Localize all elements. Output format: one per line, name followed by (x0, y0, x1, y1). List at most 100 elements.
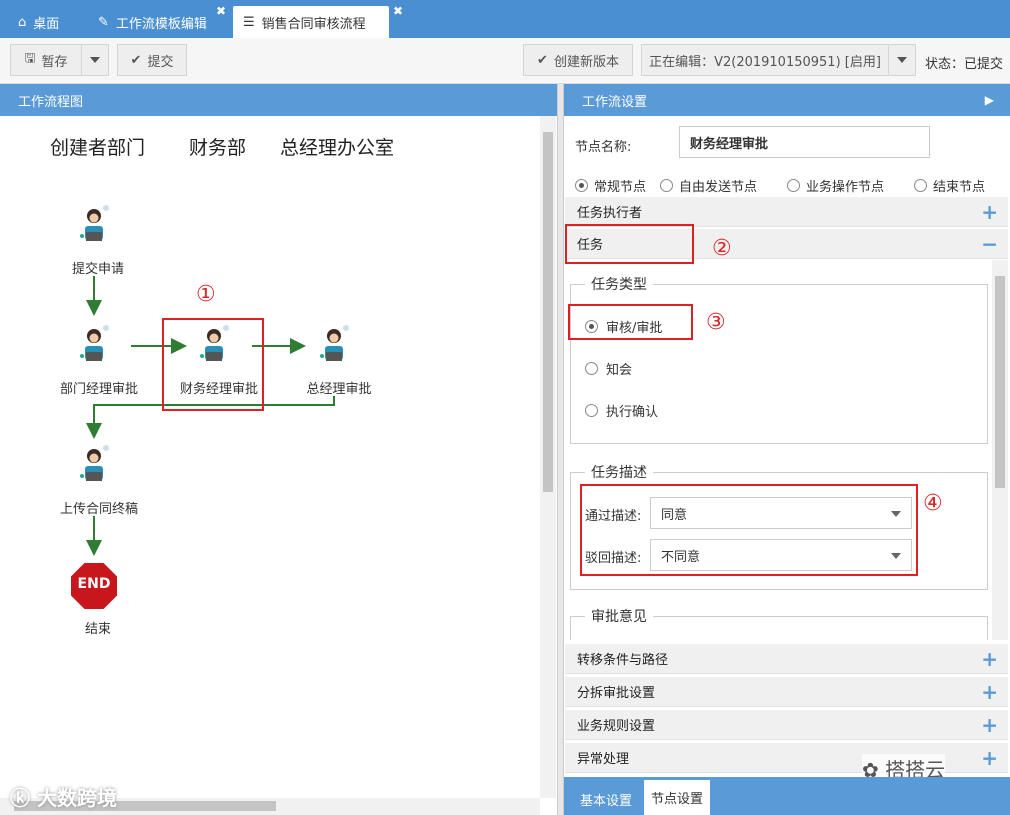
plus-icon: + (981, 646, 998, 671)
radio-label: 知会 (606, 363, 633, 378)
save-icon: 🖫 (24, 51, 36, 66)
chevron-down-icon (90, 57, 100, 63)
home-icon: ⌂ (18, 14, 27, 30)
check-icon: ✔ (537, 52, 548, 68)
panel-title: 工作流程图 (18, 94, 84, 110)
close-icon[interactable]: ✖ (216, 4, 226, 18)
radio-icon (585, 404, 598, 417)
tab-label: 基本设置 (579, 793, 632, 809)
node-label-end: 结束 (84, 622, 112, 637)
annotation-number: ① (196, 282, 216, 307)
annotation-number: ② (712, 236, 732, 261)
radio-icon (660, 179, 673, 192)
node-label-dept-manager: 部门经理审批 (59, 382, 139, 397)
plus-icon: + (981, 745, 998, 770)
scrollbar-thumb[interactable] (543, 132, 553, 492)
user-task-icon[interactable] (72, 440, 116, 486)
edit-icon: ✎ (98, 14, 109, 30)
new-version-label: 创建新版本 (553, 54, 619, 70)
version-dropdown-button[interactable] (888, 44, 916, 76)
group-legend: 任务类型 (591, 277, 647, 293)
radio-icon (575, 179, 588, 192)
radio-icon (787, 179, 800, 192)
watermark-left: ⓚ 大数跨境 (10, 786, 117, 810)
node-name-label: 节点名称: (575, 140, 632, 155)
section-label: 异常处理 (577, 752, 630, 767)
annotation-number: ③ (706, 310, 726, 335)
tab-label: 销售合同审核流程 (261, 16, 366, 32)
save-dropdown-button[interactable] (81, 44, 109, 76)
radio-notify[interactable]: 知会 (585, 359, 632, 378)
section-split[interactable]: 分拆审批设置 + (565, 677, 1008, 707)
highlight-box (565, 224, 694, 264)
group-legend: 审批意见 (591, 609, 647, 625)
toolbar: 🖫 暂存 ✔ 提交 ✔ 创建新版本 正在编辑：V2(201910150951) … (0, 38, 1010, 84)
user-task-icon[interactable] (72, 200, 116, 246)
save-label: 暂存 (41, 54, 68, 70)
collapse-arrow-icon[interactable]: ▶ (985, 93, 994, 107)
plus-icon: + (981, 199, 998, 224)
submit-button[interactable]: ✔ 提交 (117, 44, 187, 76)
user-task-icon[interactable] (72, 320, 116, 366)
section-label: 业务规则设置 (577, 719, 656, 734)
radio-label: 常规节点 (594, 180, 647, 195)
radio-execute-confirm[interactable]: 执行确认 (585, 401, 658, 420)
create-new-version-button[interactable]: ✔ 创建新版本 (523, 44, 633, 76)
tab-workflow-template-edit[interactable]: ✎ 工作流模板编辑 (88, 6, 217, 38)
vertical-scrollbar[interactable] (992, 260, 1008, 640)
radio-label: 执行确认 (606, 405, 659, 420)
tab-desktop[interactable]: ⌂ 桌面 (8, 6, 69, 38)
node-label-submit: 提交申请 (71, 262, 125, 277)
radio-end-node[interactable]: 结束节点 (914, 176, 985, 195)
node-label-general-manager: 总经理审批 (306, 382, 372, 397)
annotation-number: ④ (923, 491, 943, 516)
chevron-down-icon (897, 57, 907, 63)
radio-label: 业务操作节点 (806, 180, 885, 195)
user-task-icon[interactable] (312, 320, 356, 366)
group-legend: 任务描述 (591, 465, 647, 481)
highlight-box (568, 304, 693, 340)
minus-icon: − (981, 231, 998, 256)
tab-node-settings[interactable]: 节点设置 (644, 780, 710, 815)
bottom-tab-bar: 基本设置 节点设置 (564, 777, 1010, 815)
radio-free-send-node[interactable]: 自由发送节点 (660, 176, 757, 195)
tab-label: 工作流模板编辑 (115, 16, 207, 32)
section-label: 分拆审批设置 (577, 686, 656, 701)
scrollbar-thumb[interactable] (995, 276, 1005, 488)
close-icon[interactable]: ✖ (393, 4, 403, 18)
tab-label: 桌面 (33, 16, 60, 32)
end-badge-text: END (77, 576, 111, 592)
version-select[interactable]: 正在编辑：V2(201910150951) [启用] (641, 44, 889, 76)
section-label: 转移条件与路径 (577, 653, 669, 668)
plus-icon: + (981, 712, 998, 737)
section-rules[interactable]: 业务规则设置 + (565, 710, 1008, 740)
vertical-scrollbar[interactable] (540, 116, 556, 798)
tab-bar: ⌂ 桌面 ✎ 工作流模板编辑 ✖ ☰ 销售合同审核流程 ✖ (0, 0, 1010, 38)
tab-basic-settings[interactable]: 基本设置 (570, 783, 642, 815)
left-panel-header: 工作流程图 (0, 84, 557, 116)
section-label: 任务执行者 (577, 206, 643, 221)
node-name-value: 财务经理审批 (690, 136, 769, 152)
node-name-input[interactable]: 财务经理审批 (679, 126, 930, 158)
tab-label: 节点设置 (650, 792, 703, 807)
right-panel-header: 工作流设置 ▶ (564, 84, 1010, 116)
approval-opinion-group: 审批意见 (570, 606, 988, 640)
highlight-box (162, 318, 264, 411)
radio-label: 自由发送节点 (679, 180, 758, 195)
check-icon: ✔ (130, 52, 142, 68)
section-transfer[interactable]: 转移条件与路径 + (565, 644, 1008, 674)
save-button[interactable]: 🖫 暂存 (10, 44, 82, 76)
tab-sales-contract-flow[interactable]: ☰ 销售合同审核流程 (233, 6, 389, 38)
flow-icon: ☰ (243, 14, 255, 30)
radio-icon (914, 179, 927, 192)
radio-label: 结束节点 (933, 180, 986, 195)
watermark-text: 大数跨境 (36, 786, 117, 810)
panel-splitter[interactable] (557, 84, 564, 815)
node-label-upload: 上传合同终稿 (59, 502, 139, 517)
radio-regular-node[interactable]: 常规节点 (575, 176, 646, 195)
plus-icon: + (981, 679, 998, 704)
radio-business-op-node[interactable]: 业务操作节点 (787, 176, 884, 195)
section-executor[interactable]: 任务执行者 + (565, 197, 1008, 227)
panel-title: 工作流设置 (582, 94, 648, 110)
submit-label: 提交 (147, 54, 174, 70)
